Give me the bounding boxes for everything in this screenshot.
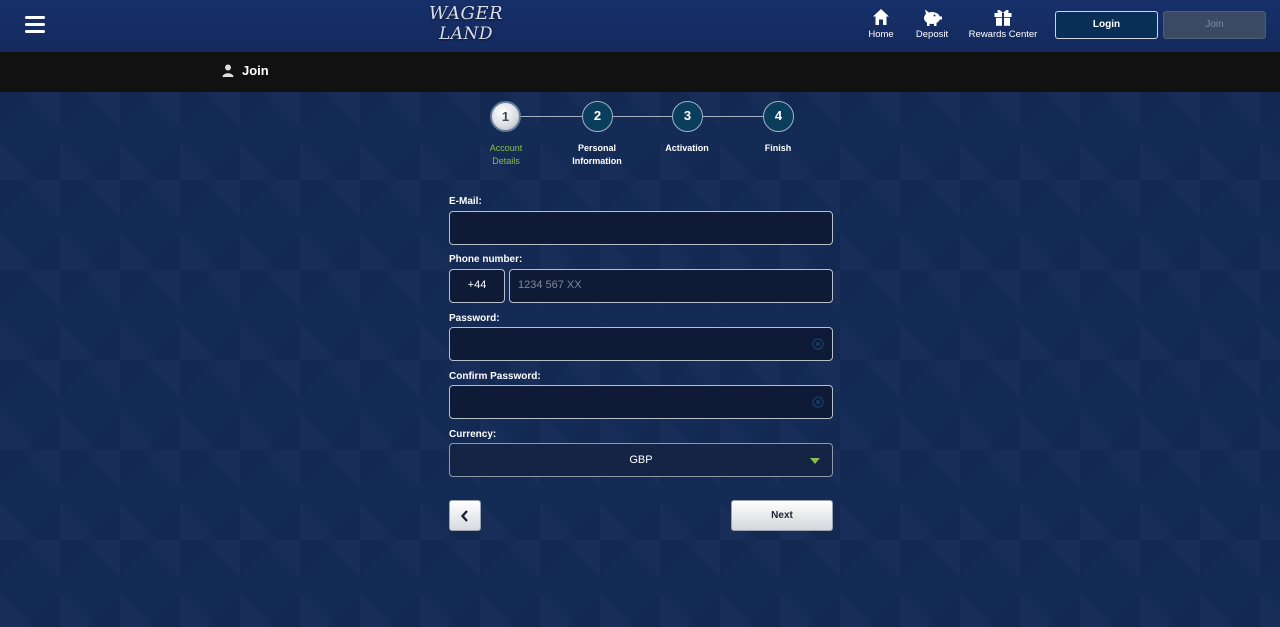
chevron-down-icon: [810, 458, 820, 464]
show-confirm-password-icon[interactable]: [811, 396, 825, 408]
currency-select[interactable]: GBP: [449, 443, 833, 477]
phone-placeholder: 1234 567 XX: [518, 279, 582, 291]
nav-deposit-button[interactable]: Deposit: [913, 8, 951, 46]
next-button[interactable]: Next: [731, 500, 833, 531]
nav-rewards-center-label: Rewards Center: [968, 29, 1038, 40]
step-2-label: Personal Information: [572, 143, 622, 166]
join-button[interactable]: Join: [1163, 11, 1266, 39]
email-label: E-Mail:: [449, 196, 482, 207]
password-label: Password:: [449, 313, 500, 324]
step-3-label: Activation: [665, 143, 709, 153]
nav-deposit-label: Deposit: [915, 29, 949, 40]
gift-icon: [994, 9, 1012, 26]
step-4-circle: 4: [763, 101, 794, 132]
login-button[interactable]: Login: [1055, 11, 1158, 39]
nav-rewards-center-button[interactable]: Rewards Center: [967, 8, 1039, 46]
show-password-icon[interactable]: [811, 338, 825, 350]
step-1-circle: 1: [490, 101, 521, 132]
step-2-circle: 2: [582, 101, 613, 132]
step-connector: [703, 116, 763, 117]
wagerland-logo[interactable]: WAGER LAND: [424, 4, 508, 48]
confirm-password-field[interactable]: [449, 385, 833, 419]
hamburger-menu-icon[interactable]: [25, 16, 45, 33]
nav-home-label: Home: [868, 29, 894, 40]
step-3-circle: 3: [672, 101, 703, 132]
phone-label: Phone number:: [449, 254, 523, 265]
step-connector: [521, 116, 582, 117]
step-4-label: Finish: [764, 143, 792, 153]
registration-stepper: 1 2 3 4 Account Details Personal Informa…: [0, 100, 1280, 170]
step-connector: [613, 116, 672, 117]
currency-label: Currency:: [449, 429, 497, 440]
step-1-label: Account Details: [489, 143, 523, 166]
phone-prefix-select[interactable]: +44: [449, 269, 505, 303]
home-icon: [873, 9, 889, 25]
phone-number-field[interactable]: 1234 567 XX: [509, 269, 833, 303]
currency-value: GBP: [629, 454, 653, 466]
page-title: Join: [242, 63, 269, 78]
confirm-password-label: Confirm Password:: [449, 371, 541, 382]
piggy-bank-icon: [924, 9, 942, 26]
logo-line-1: WAGER: [428, 3, 504, 24]
logo-line-2: LAND: [438, 24, 494, 44]
chevron-left-icon: [460, 510, 468, 522]
back-button[interactable]: [449, 500, 481, 531]
top-navigation-bar: WAGER LAND Home Deposit Rewards Center L…: [0, 0, 1280, 52]
user-icon: [222, 64, 234, 77]
page-header-bar: Join: [0, 52, 1280, 92]
email-field[interactable]: [449, 211, 833, 245]
nav-home-button[interactable]: Home: [866, 8, 896, 46]
password-field[interactable]: [449, 327, 833, 361]
